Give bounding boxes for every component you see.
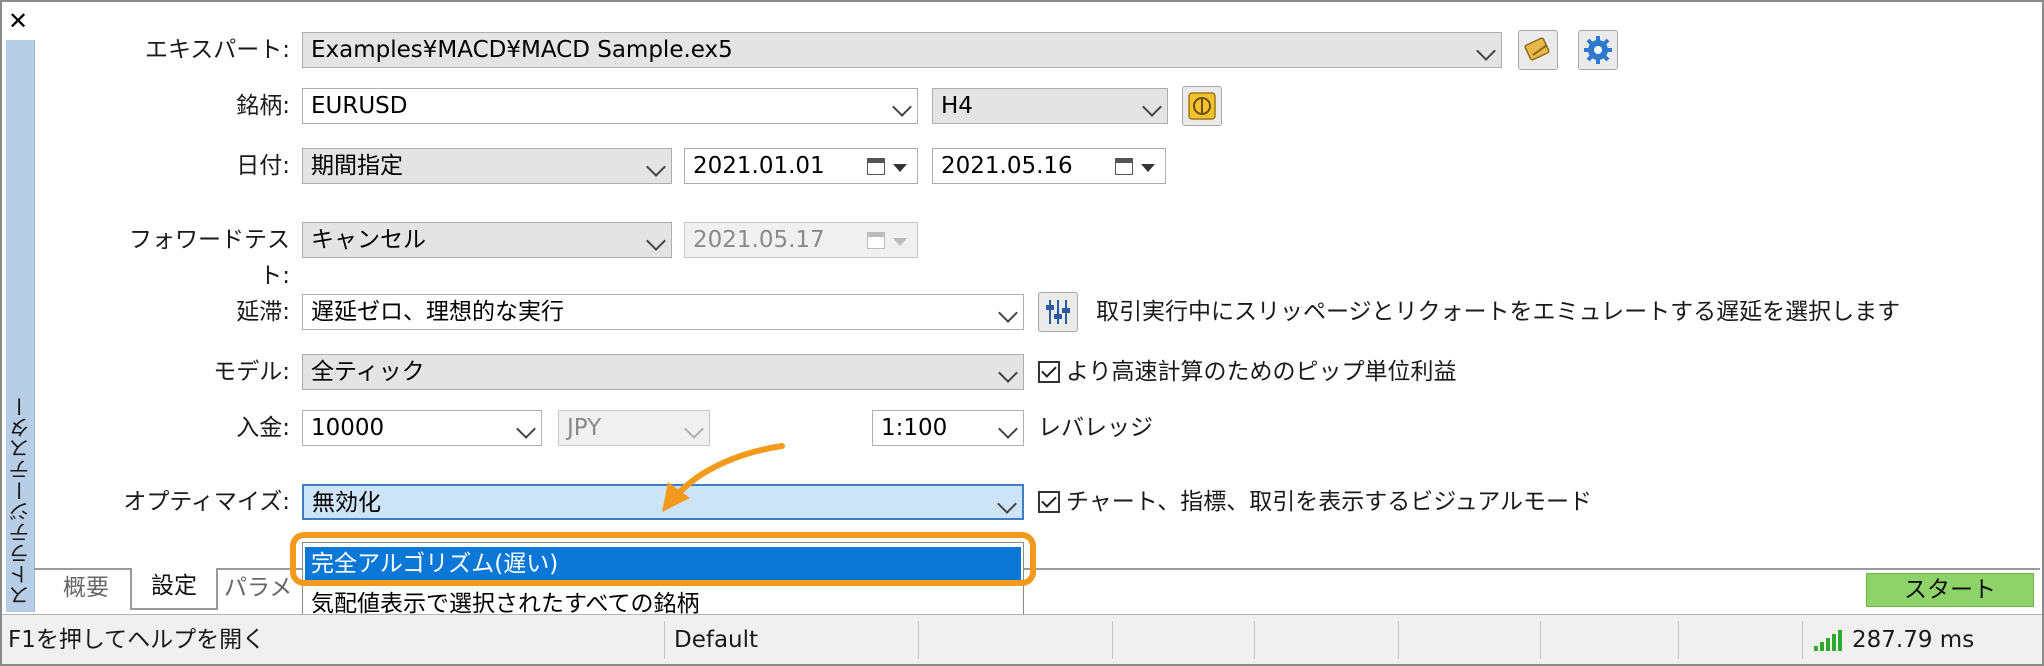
symbol-value: EURUSD: [311, 93, 408, 119]
status-separator: [1112, 621, 1113, 659]
chevron-down-icon: [998, 419, 1018, 439]
delay-value: 遅延ゼロ、理想的な実行: [311, 299, 564, 325]
sidebar-title-bar: ストラテジーテスター: [6, 40, 35, 612]
model-select[interactable]: 全ティック: [302, 354, 1024, 390]
calendar-icon: [867, 158, 885, 175]
optimization-value: 無効化: [312, 490, 381, 516]
status-separator: [1678, 621, 1679, 659]
model-value: 全ティック: [311, 359, 425, 385]
status-bar: F1を押してヘルプを開く Default 287.79 ms: [2, 614, 2042, 664]
status-separator: [1254, 621, 1255, 659]
calendar-icon: [867, 232, 885, 249]
deposit-label: 入金:: [236, 415, 290, 441]
status-separator: [1540, 621, 1541, 659]
annotation-highlight-box: [290, 532, 1036, 586]
sliders-icon: [1046, 300, 1070, 324]
connection-signal-icon: [1814, 629, 1844, 651]
close-icon[interactable]: ✕: [6, 6, 30, 36]
chevron-down-icon: [646, 157, 666, 177]
delay-label: 延滞:: [236, 299, 290, 325]
status-separator: [918, 621, 919, 659]
visual-mode-label: チャート、指標、取引を表示するビジュアルモード: [1066, 489, 1593, 515]
delay-settings-button[interactable]: [1038, 292, 1078, 332]
edit-code-icon: [1524, 37, 1550, 61]
timeframe-select[interactable]: H4: [932, 88, 1168, 124]
pip-profit-label: より高速計算のためのピップ単位利益: [1066, 359, 1457, 385]
annotation-arrow-icon: [662, 443, 785, 512]
symbol-label: 銘柄:: [236, 93, 290, 119]
status-separator: [1802, 621, 1803, 659]
chevron-down-icon: [998, 303, 1018, 323]
expert-select[interactable]: Examples¥MACD¥MACD Sample.ex5: [302, 32, 1502, 68]
currency-value: JPY: [567, 415, 602, 441]
dropdown-arrow-icon: [893, 238, 907, 246]
chevron-down-icon: [684, 419, 704, 439]
chevron-down-icon: [646, 231, 666, 251]
status-separator: [1398, 621, 1399, 659]
chevron-down-icon: [516, 419, 536, 439]
calendar-icon: [1115, 158, 1133, 175]
delay-description: 取引実行中にスリッページとリクォートをエミュレートする遅延を選択します: [1096, 299, 1901, 325]
pip-profit-checkbox[interactable]: [1038, 361, 1060, 383]
status-separator: [664, 621, 665, 659]
dropdown-arrow-icon: [1141, 164, 1155, 172]
leverage-label: レバレッジ: [1038, 415, 1153, 441]
symbol-select[interactable]: EURUSD: [302, 88, 918, 124]
date-to-picker[interactable]: 2021.05.16: [932, 148, 1166, 184]
forward-date-value: 2021.05.17: [693, 227, 825, 253]
gear-icon: [1584, 36, 1612, 64]
symbol-properties-button[interactable]: [1182, 86, 1222, 126]
forward-date-picker: 2021.05.17: [684, 222, 918, 258]
symbol-coin-icon: [1188, 92, 1216, 120]
expert-settings-button[interactable]: [1578, 30, 1618, 70]
forward-mode-select[interactable]: キャンセル: [302, 222, 672, 258]
date-label: 日付:: [236, 153, 290, 179]
tab-parameters[interactable]: パラメ: [224, 570, 300, 608]
chevron-down-icon: [998, 363, 1018, 383]
chevron-down-icon: [1476, 41, 1496, 61]
optimization-label: オプティマイズ:: [123, 489, 290, 515]
start-button[interactable]: スタート: [1866, 573, 2034, 607]
model-label: モデル:: [213, 359, 290, 385]
strategy-tester-window: ✕ ストラテジーテスター エキスパート: Examples¥MACD¥MACD …: [0, 0, 2044, 666]
deposit-amount-value: 10000: [311, 415, 385, 441]
expert-label: エキスパート:: [144, 37, 290, 63]
tab-settings[interactable]: 設定: [130, 568, 218, 610]
delay-select[interactable]: 遅延ゼロ、理想的な実行: [302, 294, 1024, 330]
chevron-down-icon: [997, 494, 1017, 514]
forward-label: フォワードテスト:: [129, 227, 290, 289]
date-mode-select[interactable]: 期間指定: [302, 148, 672, 184]
leverage-value: 1:100: [881, 415, 948, 441]
status-help-text: F1を押してヘルプを開く: [8, 627, 266, 653]
edit-expert-button[interactable]: [1518, 30, 1558, 70]
dropdown-arrow-icon: [893, 164, 907, 172]
date-from-picker[interactable]: 2021.01.01: [684, 148, 918, 184]
chevron-down-icon: [1142, 97, 1162, 117]
date-mode-value: 期間指定: [311, 153, 403, 179]
forward-mode-value: キャンセル: [311, 227, 426, 253]
date-from-value: 2021.01.01: [693, 153, 825, 179]
status-profile: Default: [674, 627, 759, 653]
tab-overview[interactable]: 概要: [42, 570, 130, 608]
deposit-amount-select[interactable]: 10000: [302, 410, 542, 446]
leverage-select[interactable]: 1:100: [872, 410, 1024, 446]
chevron-down-icon: [892, 97, 912, 117]
status-ping: 287.79 ms: [1852, 627, 1975, 653]
expert-value: Examples¥MACD¥MACD Sample.ex5: [311, 37, 733, 63]
date-to-value: 2021.05.16: [941, 153, 1073, 179]
visual-mode-checkbox[interactable]: [1038, 491, 1060, 513]
sidebar-title: ストラテジーテスター: [8, 396, 32, 606]
timeframe-value: H4: [941, 93, 973, 119]
